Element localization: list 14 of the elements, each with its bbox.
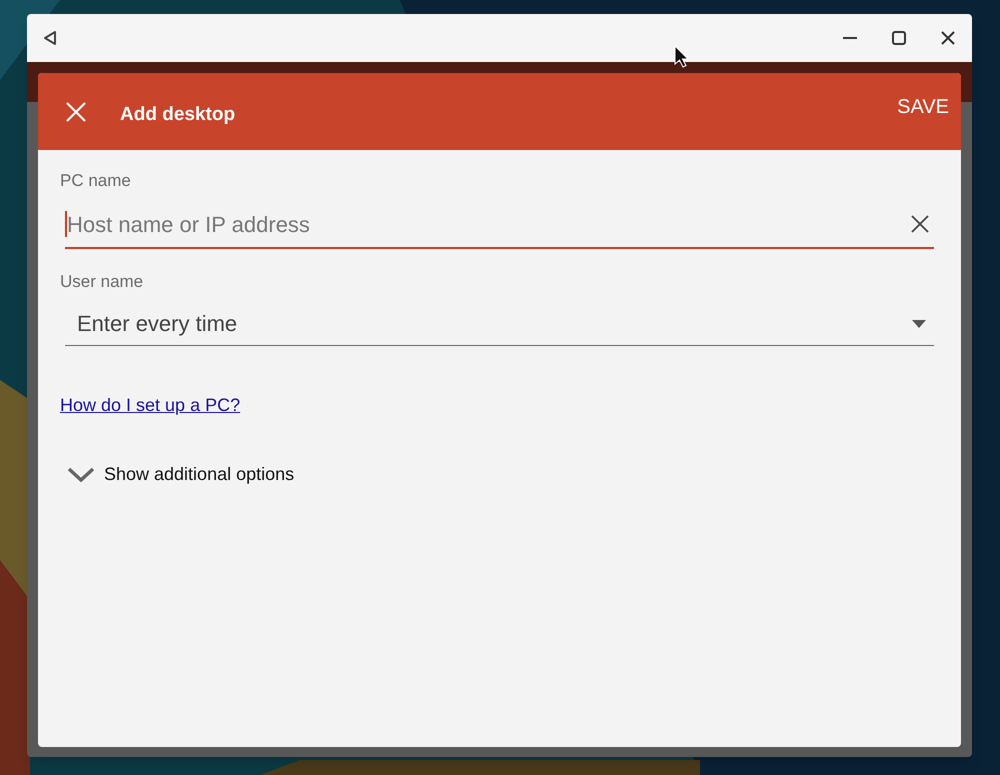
close-icon[interactable] [941,31,955,45]
input-field[interactable]: Host name or IP address [67,208,910,240]
maximize-icon[interactable] [892,31,906,45]
field-label: User name [60,273,144,290]
save-button[interactable]: SAVE [897,92,949,122]
dialog-title: Add desktop [120,102,236,127]
help-link[interactable]: How do I set up a PC? [60,392,240,419]
clear-icon[interactable] [910,214,930,234]
dropdown-field[interactable]: Enter every time [65,302,934,346]
chevron-down-icon [67,466,95,482]
dropdown-caret-icon [912,320,926,328]
field-label: PC name [60,172,132,189]
show-options-toggle[interactable]: Show additional options [67,461,294,488]
back-icon[interactable] [43,30,57,46]
